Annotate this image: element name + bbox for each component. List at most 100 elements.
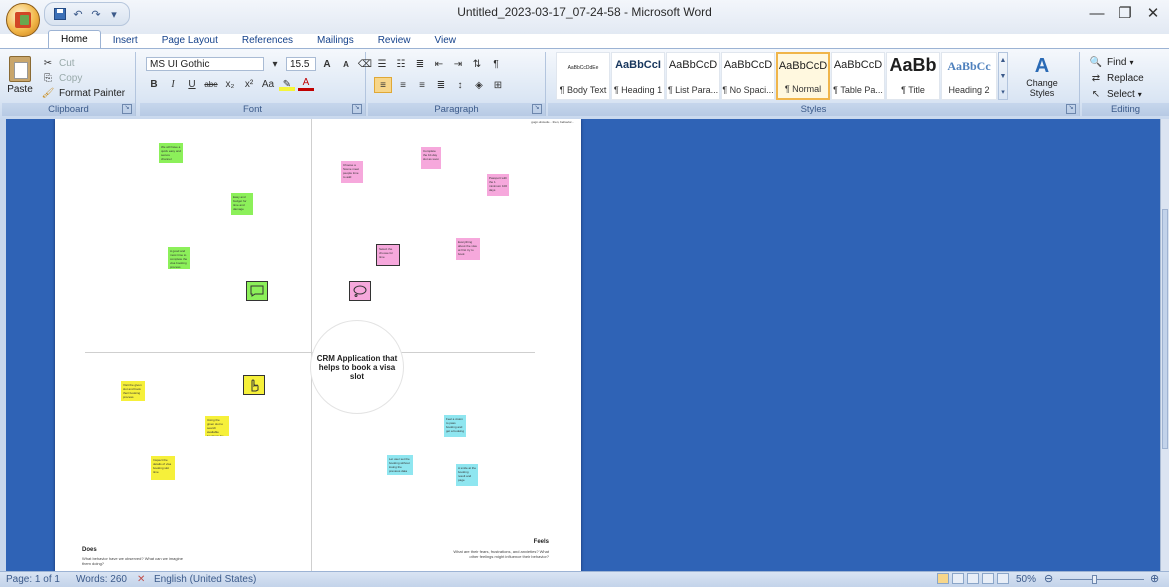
font-size-select[interactable]: 15.5 <box>286 57 316 71</box>
zoom-out-icon[interactable]: ⊖ <box>1044 573 1053 586</box>
format-painter-button[interactable]: 🖌 Format Painter <box>40 86 126 100</box>
align-left-icon[interactable]: ≡ <box>374 77 392 93</box>
full-screen-view-icon[interactable] <box>952 573 964 584</box>
style-heading-2[interactable]: AaBbCc Heading 2 <box>941 52 997 100</box>
sticky-note-blue[interactable]: Let user set the booking without losing … <box>387 455 413 475</box>
clipboard-launcher[interactable]: ↘ <box>122 104 132 114</box>
select-button[interactable]: ↖ Select ▾ <box>1088 87 1142 101</box>
web-layout-view-icon[interactable] <box>967 573 979 584</box>
sticky-note-pink[interactable]: Select the choose for time <box>376 244 400 266</box>
office-button[interactable] <box>6 3 40 37</box>
tab-page-layout[interactable]: Page Layout <box>150 34 230 48</box>
document-page[interactable]: gugn.ulncedu... then, behavior... We wil… <box>55 119 581 571</box>
style-name: ¶ Table Pa... <box>833 85 883 95</box>
align-right-icon[interactable]: ≡ <box>414 78 430 92</box>
tab-insert[interactable]: Insert <box>101 34 150 48</box>
superscript-button[interactable]: x² <box>241 77 257 91</box>
decrease-indent-icon[interactable]: ⇤ <box>431 57 447 71</box>
center-topic-text: CRM Application that helps to book a vis… <box>316 353 398 381</box>
page-count[interactable]: Page: 1 of 1 <box>6 573 60 586</box>
italic-button[interactable]: I <box>165 77 181 91</box>
font-color-button[interactable]: A <box>298 77 314 91</box>
font-family-select[interactable]: MS UI Gothic <box>146 57 264 71</box>
sticky-note-blue[interactable]: A smile at the booking result and page <box>456 464 478 486</box>
zoom-slider[interactable] <box>1060 579 1144 580</box>
zoom-level[interactable]: 50% <box>1016 573 1036 586</box>
select-label: Select <box>1107 88 1135 100</box>
style-normal[interactable]: AaBbCcD ¶ Normal <box>776 52 830 100</box>
paragraph-launcher[interactable]: ↘ <box>532 104 542 114</box>
zoom-in-icon[interactable]: ⊕ <box>1150 573 1159 586</box>
line-spacing-icon[interactable]: ↕ <box>452 78 468 92</box>
grow-font-button[interactable]: A <box>319 57 335 71</box>
cut-button[interactable]: ✂ Cut <box>40 56 75 70</box>
sticky-note-pink[interactable]: Choose a Scene meet people time to add <box>341 161 363 183</box>
tab-review[interactable]: Review <box>366 34 423 48</box>
style-title[interactable]: AaBb ¶ Title <box>886 52 940 100</box>
scrollbar-thumb[interactable] <box>1162 209 1168 449</box>
align-center-icon[interactable]: ≡ <box>395 78 411 92</box>
show-marks-icon[interactable]: ¶ <box>488 57 504 71</box>
style-no-spacing[interactable]: AaBbCcD ¶ No Spaci... <box>721 52 775 100</box>
style-body-text[interactable]: AaBbCcDdEe ¶ Body Text <box>556 52 610 100</box>
highlight-icon[interactable]: ✎ <box>279 77 295 91</box>
sticky-note-yellow[interactable]: Visit the given slot and book their book… <box>121 381 145 401</box>
style-name: ¶ No Spaci... <box>722 85 774 95</box>
sticky-note-blue[interactable]: Feel a vision to pass booking and get a … <box>444 415 466 437</box>
draft-view-icon[interactable] <box>997 573 1009 584</box>
multilevel-list-icon[interactable]: ≣ <box>412 57 428 71</box>
copy-button[interactable]: ⎘ Copy <box>40 71 82 85</box>
sticky-note-green[interactable]: Easy and budget for time and damage <box>231 193 253 215</box>
minimize-button[interactable]: — <box>1082 3 1112 23</box>
chevron-down-icon[interactable]: ▾ <box>267 57 283 71</box>
bullets-icon[interactable]: ☰ <box>374 57 390 71</box>
shading-icon[interactable]: ◈ <box>471 78 487 92</box>
sticky-note-yellow[interactable]: Using the given slot to search available… <box>205 416 229 436</box>
tab-view[interactable]: View <box>423 34 469 48</box>
styles-scroll[interactable]: ▲ ▼ ▾ <box>998 52 1008 100</box>
subscript-button[interactable]: x₂ <box>222 77 238 91</box>
style-heading-1[interactable]: AaBbCcI ¶ Heading 1 <box>611 52 665 100</box>
change-case-button[interactable]: Aa <box>260 77 276 91</box>
bold-button[interactable]: B <box>146 77 162 91</box>
paste-label: Paste <box>7 84 33 95</box>
change-styles-button[interactable]: A Change Styles <box>1014 54 1070 100</box>
justify-icon[interactable]: ≣ <box>433 78 449 92</box>
sticky-note-pink[interactable]: Passport with the 1 minimum 100 days <box>487 174 509 196</box>
font-launcher[interactable]: ↘ <box>352 104 362 114</box>
increase-indent-icon[interactable]: ⇥ <box>450 57 466 71</box>
proofing-icon[interactable]: ✕ <box>137 573 145 586</box>
sticky-note-yellow[interactable]: Inspect the details of visa booking slot… <box>151 456 175 480</box>
sticky-note-green[interactable]: A good and most time to complete the vis… <box>168 247 190 269</box>
document-area[interactable]: gugn.ulncedu... then, behavior... We wil… <box>0 119 1169 571</box>
find-button[interactable]: 🔍 Find ▾ <box>1088 55 1134 69</box>
strikethrough-button[interactable]: abe <box>203 77 219 91</box>
sticky-note-pink[interactable]: Everything about the visa at first try t… <box>456 238 480 260</box>
center-topic[interactable]: CRM Application that helps to book a vis… <box>310 320 404 414</box>
print-layout-view-icon[interactable] <box>937 573 949 584</box>
vertical-scrollbar[interactable] <box>1160 119 1169 571</box>
sticky-note-pink[interactable]: Complete the 10-day slot as soon <box>421 147 441 169</box>
sticky-note-green[interactable]: We will have a quick easy and secure cha… <box>159 143 183 163</box>
replace-button[interactable]: ⇄ Replace <box>1088 71 1144 85</box>
tab-home[interactable]: Home <box>48 30 101 49</box>
language-indicator[interactable]: English (United States) <box>154 573 256 586</box>
underline-button[interactable]: U <box>184 77 200 91</box>
styles-launcher[interactable]: ↘ <box>1066 104 1076 114</box>
feels-description: What are their fears, frustrations, and … <box>453 549 549 559</box>
restore-button[interactable]: ❐ <box>1110 3 1140 23</box>
outline-view-icon[interactable] <box>982 573 994 584</box>
numbering-icon[interactable]: ☷ <box>393 57 409 71</box>
word-count[interactable]: Words: 260 <box>76 573 127 586</box>
shrink-font-button[interactable]: A <box>338 57 354 71</box>
borders-icon[interactable]: ⊞ <box>490 78 506 92</box>
tab-references[interactable]: References <box>230 34 305 48</box>
style-list-paragraph[interactable]: AaBbCcD ¶ List Para... <box>666 52 720 100</box>
close-button[interactable]: ✕ <box>1138 3 1168 23</box>
horizontal-axis <box>85 352 535 353</box>
zoom-slider-thumb[interactable] <box>1092 575 1097 584</box>
paste-button[interactable]: Paste <box>4 54 36 100</box>
tab-mailings[interactable]: Mailings <box>305 34 366 48</box>
sort-icon[interactable]: ⇅ <box>469 57 485 71</box>
style-table-paragraph[interactable]: AaBbCcD ¶ Table Pa... <box>831 52 885 100</box>
